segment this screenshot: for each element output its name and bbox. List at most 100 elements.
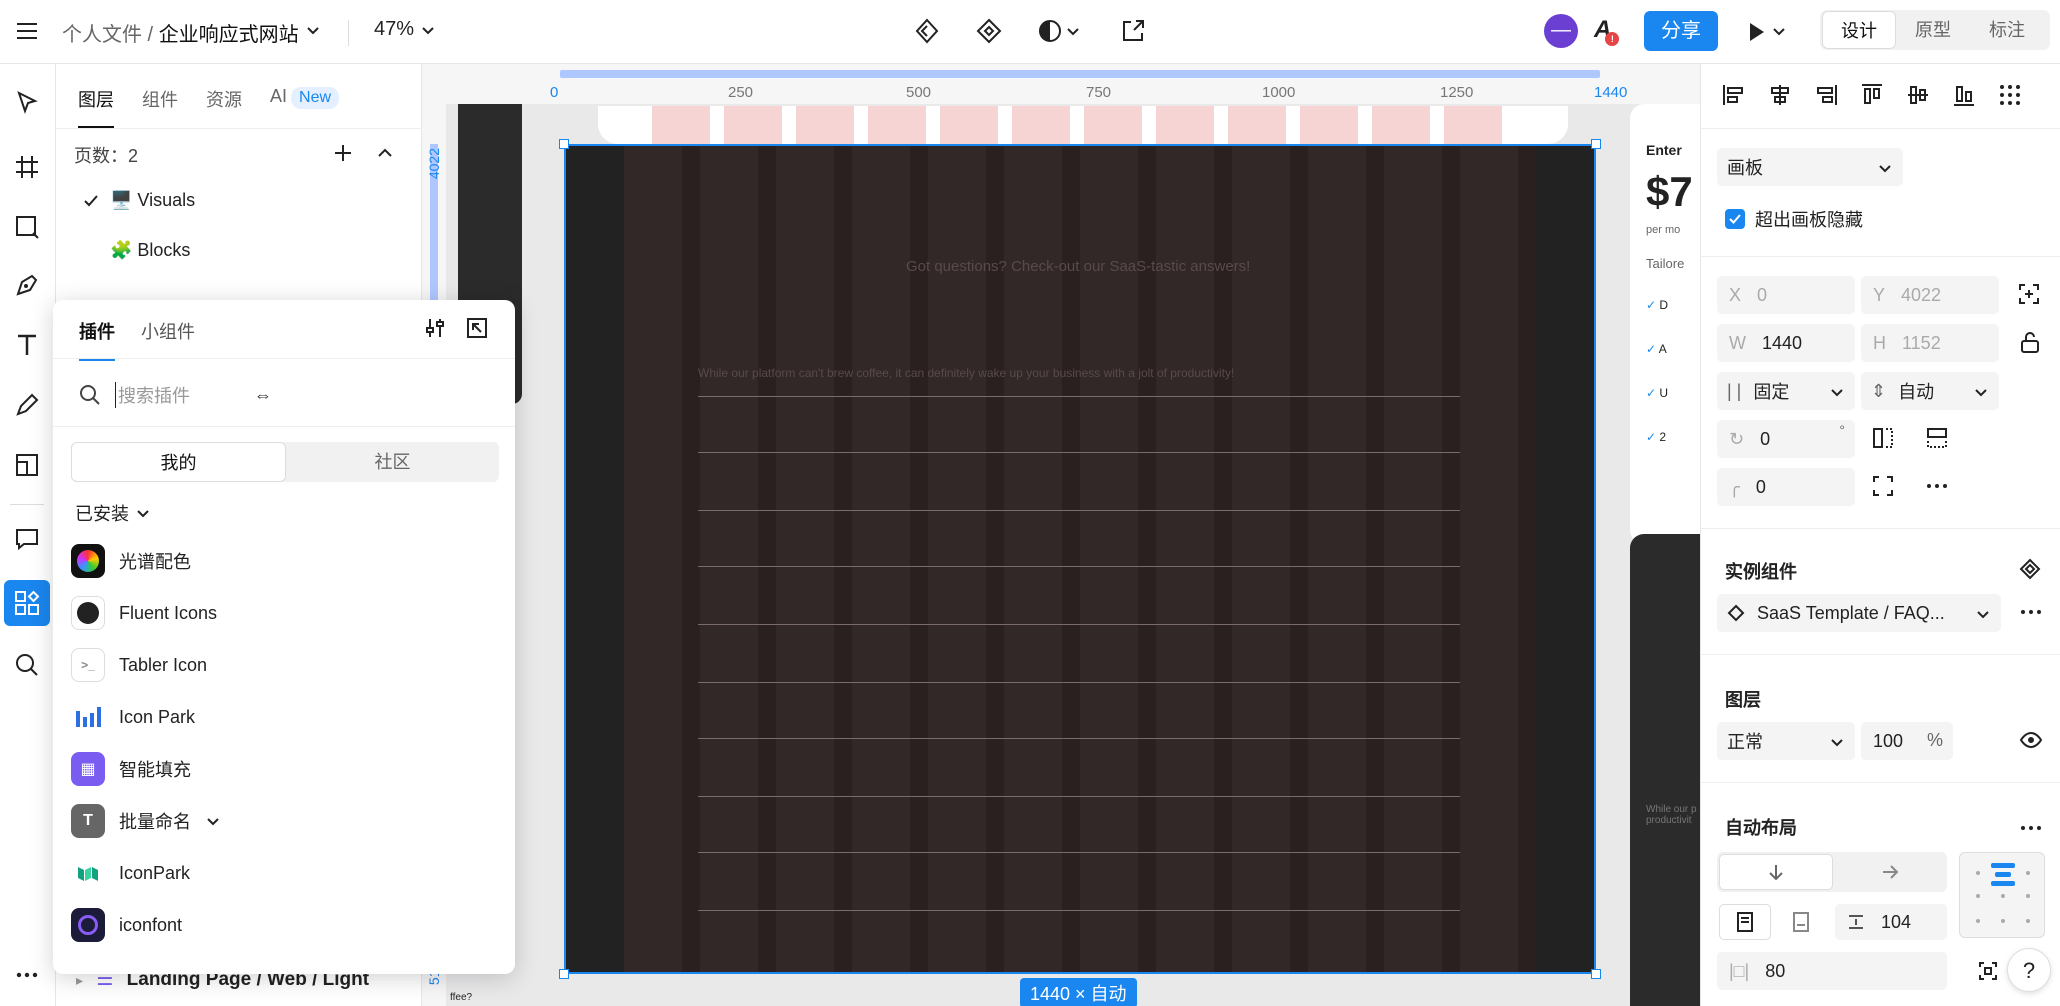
radius-field[interactable]: ╭ 0 <box>1717 468 1855 506</box>
tab-ai[interactable]: AI New <box>270 86 340 128</box>
align-top-icon[interactable] <box>1859 82 1885 108</box>
radius-value[interactable]: 0 <box>1756 477 1766 498</box>
breadcrumb-parent[interactable]: 个人文件 / <box>62 24 153 46</box>
pencil-icon[interactable] <box>12 390 42 420</box>
pen-icon[interactable] <box>12 270 42 300</box>
more-icon[interactable] <box>12 960 42 990</box>
component-icon[interactable] <box>974 16 1004 46</box>
flip-vertical-icon[interactable] <box>1925 426 1949 450</box>
segment-mine[interactable]: 我的 <box>71 442 286 482</box>
plugin-item[interactable]: Icon Park <box>71 700 195 734</box>
alignment-grid[interactable] <box>1959 852 2045 938</box>
x-value[interactable]: 0 <box>1757 285 1767 306</box>
rotation-field[interactable]: ↻ 0 ° <box>1717 420 1855 458</box>
width-mode-select[interactable]: | | 固定 <box>1717 372 1855 410</box>
mode-design[interactable]: 设计 <box>1822 11 1896 49</box>
plugin-item[interactable]: T 批量命名 <box>71 804 221 838</box>
checkbox-checked-icon[interactable] <box>1725 209 1745 229</box>
padding-field[interactable]: |□| 80 <box>1717 952 1947 990</box>
mode-inspect[interactable]: 标注 <box>1970 11 2044 49</box>
gap-value[interactable]: 104 <box>1881 912 1911 933</box>
section-icon[interactable] <box>12 450 42 480</box>
eye-icon[interactable] <box>2019 728 2043 752</box>
font-icon[interactable]: A! <box>1594 16 1620 46</box>
resize-handle[interactable] <box>1591 969 1601 979</box>
distribute-grid-icon[interactable] <box>1997 82 2023 108</box>
direction-horizontal-icon[interactable] <box>1833 854 1947 890</box>
theme-icon[interactable] <box>1036 16 1086 46</box>
page-label[interactable]: 🧩 Blocks <box>110 240 190 261</box>
tab-assets[interactable]: 资源 <box>206 86 242 128</box>
play-icon[interactable] <box>1746 20 1790 44</box>
installed-toggle[interactable]: 已安装 <box>75 500 151 526</box>
layout-wrap-icon[interactable] <box>1775 904 1827 940</box>
h-field[interactable]: H 1152 <box>1861 324 1999 362</box>
w-value[interactable]: 1440 <box>1762 333 1802 354</box>
pricing-card-preview[interactable]: Enter $7 per mo Tailore ✓ D ✓ A ✓ U ✓ 2 <box>1630 104 1700 544</box>
zoom-select[interactable]: 47% <box>374 18 434 41</box>
plugin-item[interactable]: >_ Tabler Icon <box>71 648 207 682</box>
chevron-up-icon[interactable] <box>376 144 394 162</box>
tab-plugins[interactable]: 插件 <box>79 318 115 361</box>
ai-assist-icon[interactable] <box>912 16 942 46</box>
share-button[interactable]: 分享 <box>1644 11 1718 51</box>
add-page-icon[interactable] <box>332 142 354 164</box>
align-center-v-icon[interactable] <box>1905 82 1931 108</box>
tab-layers[interactable]: 图层 <box>78 86 114 128</box>
frame-icon[interactable] <box>12 152 42 182</box>
y-field[interactable]: Y 4022 <box>1861 276 1999 314</box>
plugin-search[interactable]: 搜索插件 ⇔ <box>79 382 272 408</box>
search-input[interactable]: 搜索插件 <box>115 382 190 408</box>
rotation-value[interactable]: 0 <box>1760 429 1770 450</box>
plugin-item[interactable]: IconPark <box>71 856 190 890</box>
x-field[interactable]: X0 <box>1717 276 1855 314</box>
move-icon[interactable] <box>12 88 42 118</box>
search-icon[interactable] <box>12 650 42 680</box>
lock-icon[interactable] <box>2019 330 2041 354</box>
comment-icon[interactable] <box>12 524 42 554</box>
flip-horizontal-icon[interactable] <box>1871 426 1895 450</box>
h-value[interactable]: 1152 <box>1902 333 1941 354</box>
chevron-right-icon[interactable]: ▸ <box>76 972 83 988</box>
blend-mode-select[interactable]: 正常 <box>1717 722 1855 760</box>
opacity-value[interactable]: 100 <box>1873 731 1903 752</box>
help-button[interactable]: ? <box>2007 948 2051 992</box>
resize-handle[interactable] <box>1591 139 1601 149</box>
padding-individual-icon[interactable] <box>1977 960 1999 982</box>
tab-components[interactable]: 组件 <box>142 86 178 128</box>
plugin-item[interactable]: iconfont <box>71 908 182 942</box>
plugin-item[interactable]: Fluent Icons <box>71 596 217 630</box>
page-item[interactable]: 🧩 Blocks <box>110 240 190 261</box>
w-field[interactable]: W 1440 <box>1717 324 1855 362</box>
faq-preview[interactable]: While our p productivit <box>1630 534 1700 1006</box>
padding-value[interactable]: 80 <box>1765 961 1785 982</box>
segment-community[interactable]: 社区 <box>286 442 499 482</box>
chevron-down-icon[interactable] <box>305 22 321 38</box>
frame-type-select[interactable]: 画板 <box>1717 148 1903 186</box>
tab-ai-label[interactable]: AI <box>270 86 287 106</box>
direction-vertical-icon[interactable] <box>1719 854 1833 890</box>
plugin-item[interactable]: ▦ 智能填充 <box>71 752 191 786</box>
selected-frame[interactable]: Got questions? Check-out our SaaS-tastic… <box>564 106 1596 974</box>
plugin-item[interactable]: 光谱配色 <box>71 544 191 578</box>
align-right-icon[interactable] <box>1813 82 1839 108</box>
avatar[interactable]: — <box>1544 14 1578 48</box>
more-icon[interactable] <box>1925 474 1949 498</box>
resize-handle[interactable] <box>559 969 569 979</box>
mode-prototype[interactable]: 原型 <box>1896 11 1970 49</box>
component-icon[interactable] <box>2019 558 2041 580</box>
page-item[interactable]: 🖥️ Visuals <box>82 190 195 211</box>
pop-out-icon[interactable] <box>465 316 489 340</box>
rectangle-icon[interactable] <box>12 212 42 242</box>
menu-icon[interactable] <box>14 18 40 44</box>
file-title[interactable]: 企业响应式网站 <box>159 24 299 46</box>
independent-corners-icon[interactable] <box>1871 474 1895 498</box>
plugins-icon[interactable] <box>4 580 50 626</box>
text-icon[interactable] <box>12 330 42 360</box>
gap-field[interactable]: 104 <box>1835 904 1947 940</box>
position-target-icon[interactable] <box>2017 282 2041 306</box>
more-icon[interactable] <box>2019 816 2043 840</box>
settings-sliders-icon[interactable] <box>423 316 447 340</box>
more-icon[interactable] <box>2019 600 2043 624</box>
clip-content-checkbox[interactable]: 超出画板隐藏 <box>1725 206 1863 232</box>
